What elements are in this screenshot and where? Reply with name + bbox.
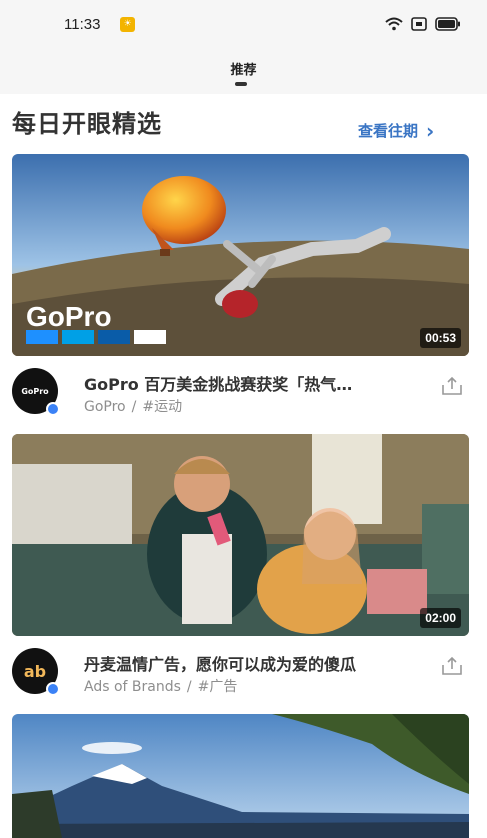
video-tag[interactable]: #广告 — [198, 679, 238, 695]
video-card[interactable]: 02:00 — [12, 434, 469, 636]
video-tag[interactable]: #运动 — [142, 399, 182, 415]
video-thumbnail[interactable]: GoPro 00:53 — [12, 154, 469, 356]
status-icons — [385, 17, 461, 31]
video-card[interactable] — [12, 714, 469, 838]
video-meta: ab 丹麦温情广告，愿你可以成为爱的傻瓜 Ads of Brands / #广告 — [12, 648, 469, 704]
video-meta: GoPro GoPro 百万美金挑战赛获奖「热气… GoPro / #运动 — [12, 368, 469, 424]
video-card[interactable]: GoPro 00:53 — [12, 154, 469, 356]
sim-icon — [411, 17, 427, 31]
separator: / — [131, 399, 137, 415]
section-title: 每日开眼精选 — [12, 110, 162, 138]
share-icon[interactable] — [441, 656, 463, 676]
avatar[interactable]: ab — [12, 648, 60, 696]
video-title[interactable]: GoPro 百万美金挑战赛获奖「热气… — [84, 371, 424, 395]
video-subtitle: GoPro / #运动 — [84, 396, 182, 416]
view-past-label: 查看往期 — [358, 122, 419, 140]
video-subtitle: Ads of Brands / #广告 — [84, 676, 237, 696]
share-icon[interactable] — [441, 376, 463, 396]
gopro-logo: GoPro — [26, 301, 112, 332]
video-thumbnail[interactable] — [12, 714, 469, 838]
notification-icon: ☀ — [120, 17, 135, 32]
avatar[interactable]: GoPro — [12, 368, 60, 416]
chevron-right-icon: › — [426, 118, 435, 143]
status-time: 11:33 — [64, 16, 101, 33]
video-author[interactable]: Ads of Brands — [84, 679, 181, 695]
view-past-link[interactable]: 查看往期 › — [358, 120, 434, 141]
battery-icon — [435, 17, 460, 31]
status-bar: 11:33 ☀ — [0, 0, 487, 52]
video-thumbnail[interactable]: 02:00 — [12, 434, 469, 636]
verified-icon — [46, 682, 60, 696]
thumbnail-image: GoPro — [12, 154, 469, 356]
wifi-icon — [385, 17, 403, 31]
verified-icon — [46, 402, 60, 416]
video-title[interactable]: 丹麦温情广告，愿你可以成为爱的傻瓜 — [84, 651, 424, 675]
video-duration: 00:53 — [420, 328, 461, 348]
video-author[interactable]: GoPro — [84, 399, 126, 415]
tab-bar: 推荐 — [0, 52, 487, 94]
thumbnail-image — [12, 434, 469, 636]
tab-indicator — [235, 82, 247, 86]
separator: / — [186, 679, 192, 695]
thumbnail-image — [12, 714, 469, 838]
tab-recommend[interactable]: 推荐 — [0, 59, 487, 78]
video-duration: 02:00 — [420, 608, 461, 628]
